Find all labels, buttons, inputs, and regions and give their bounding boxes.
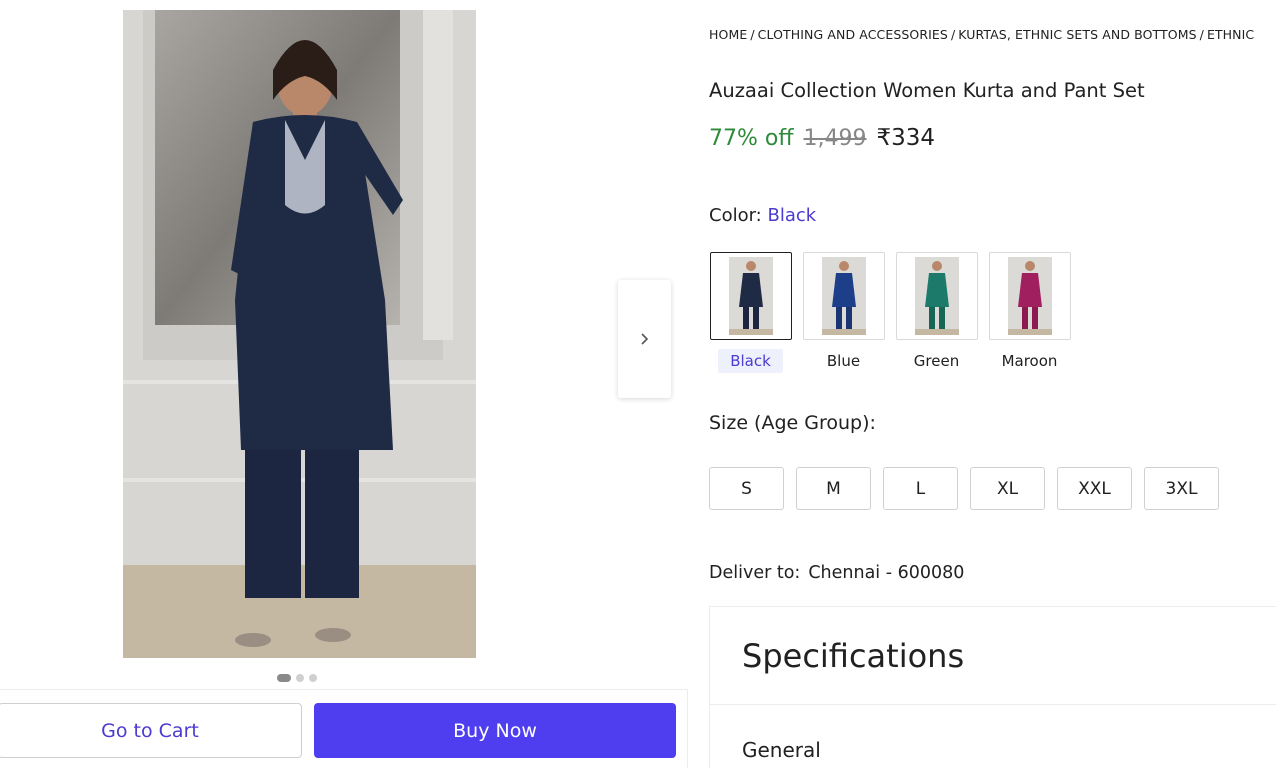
carousel-dot[interactable] — [296, 674, 304, 682]
product-photo — [123, 10, 476, 658]
chevron-right-icon — [640, 333, 648, 345]
product-title: Auzaai Collection Women Kurta and Pant S… — [709, 79, 1145, 102]
color-swatch-blue[interactable]: Blue — [802, 252, 885, 373]
swatch-thumbnail — [988, 252, 1071, 340]
original-price: 1,499 — [803, 126, 867, 151]
swatch-label: Blue — [826, 352, 861, 370]
breadcrumb-kurtas[interactable]: KURTAS, ETHNIC SETS AND BOTTOMS — [958, 27, 1196, 42]
swatch-label: Black — [718, 349, 783, 373]
swatch-thumbnail — [802, 252, 885, 340]
swatch-thumbnail — [895, 252, 978, 340]
discount-label: 77% off — [709, 126, 794, 151]
swatch-thumbnail — [709, 252, 792, 340]
price-row: 77% off 1,499 ₹334 — [709, 125, 935, 151]
color-swatch-maroon[interactable]: Maroon — [988, 252, 1071, 373]
divider — [710, 704, 1276, 705]
size-options: S M L XL XXL 3XL — [709, 467, 1219, 510]
size-option-m[interactable]: M — [796, 467, 871, 510]
size-heading: Size (Age Group): — [709, 412, 876, 434]
specifications-title: Specifications — [742, 637, 965, 675]
carousel-dots — [277, 674, 317, 682]
next-image-button[interactable] — [618, 280, 671, 398]
breadcrumb: HOME / CLOTHING AND ACCESSORIES / KURTAS, ET… — [709, 27, 1276, 45]
carousel-dot[interactable] — [277, 674, 291, 682]
breadcrumb-separator: / — [950, 27, 956, 42]
size-option-xxl[interactable]: XXL — [1057, 467, 1132, 510]
size-option-3xl[interactable]: 3XL — [1144, 467, 1219, 510]
breadcrumb-ethnic[interactable]: ETHNIC — [1207, 27, 1254, 42]
breadcrumb-home[interactable]: HOME — [709, 27, 747, 42]
delivery-location: Chennai - 600080 — [808, 563, 965, 583]
selling-price: ₹334 — [876, 125, 936, 151]
color-swatches: Black Blue Green Maroon — [709, 252, 1071, 373]
color-heading: Color: Black — [709, 205, 816, 226]
buy-now-button[interactable]: Buy Now — [314, 703, 676, 758]
action-bar: Go to Cart Buy Now — [0, 689, 688, 768]
size-option-s[interactable]: S — [709, 467, 784, 510]
specifications-panel: Specifications General — [709, 606, 1276, 768]
specifications-general-heading[interactable]: General — [742, 738, 821, 762]
breadcrumb-separator: / — [750, 27, 755, 42]
delivery-info[interactable]: Deliver to: Chennai - 600080 — [709, 563, 964, 583]
swatch-label: Maroon — [1001, 352, 1058, 370]
product-image[interactable] — [123, 10, 476, 658]
size-option-l[interactable]: L — [883, 467, 958, 510]
color-label: Color: — [709, 205, 762, 226]
swatch-image — [914, 257, 959, 335]
swatch-image — [728, 257, 773, 335]
color-swatch-green[interactable]: Green — [895, 252, 978, 373]
delivery-label: Deliver to: — [709, 563, 801, 583]
breadcrumb-separator: / — [1199, 27, 1204, 42]
swatch-image — [1007, 257, 1052, 335]
breadcrumb-clothing[interactable]: CLOTHING AND ACCESSORIES — [758, 27, 948, 42]
swatch-label: Green — [913, 352, 960, 370]
size-option-xl[interactable]: XL — [970, 467, 1045, 510]
selected-color: Black — [767, 205, 817, 226]
color-swatch-black[interactable]: Black — [709, 252, 792, 373]
swatch-image — [821, 257, 866, 335]
carousel-dot[interactable] — [309, 674, 317, 682]
go-to-cart-button[interactable]: Go to Cart — [0, 703, 302, 758]
